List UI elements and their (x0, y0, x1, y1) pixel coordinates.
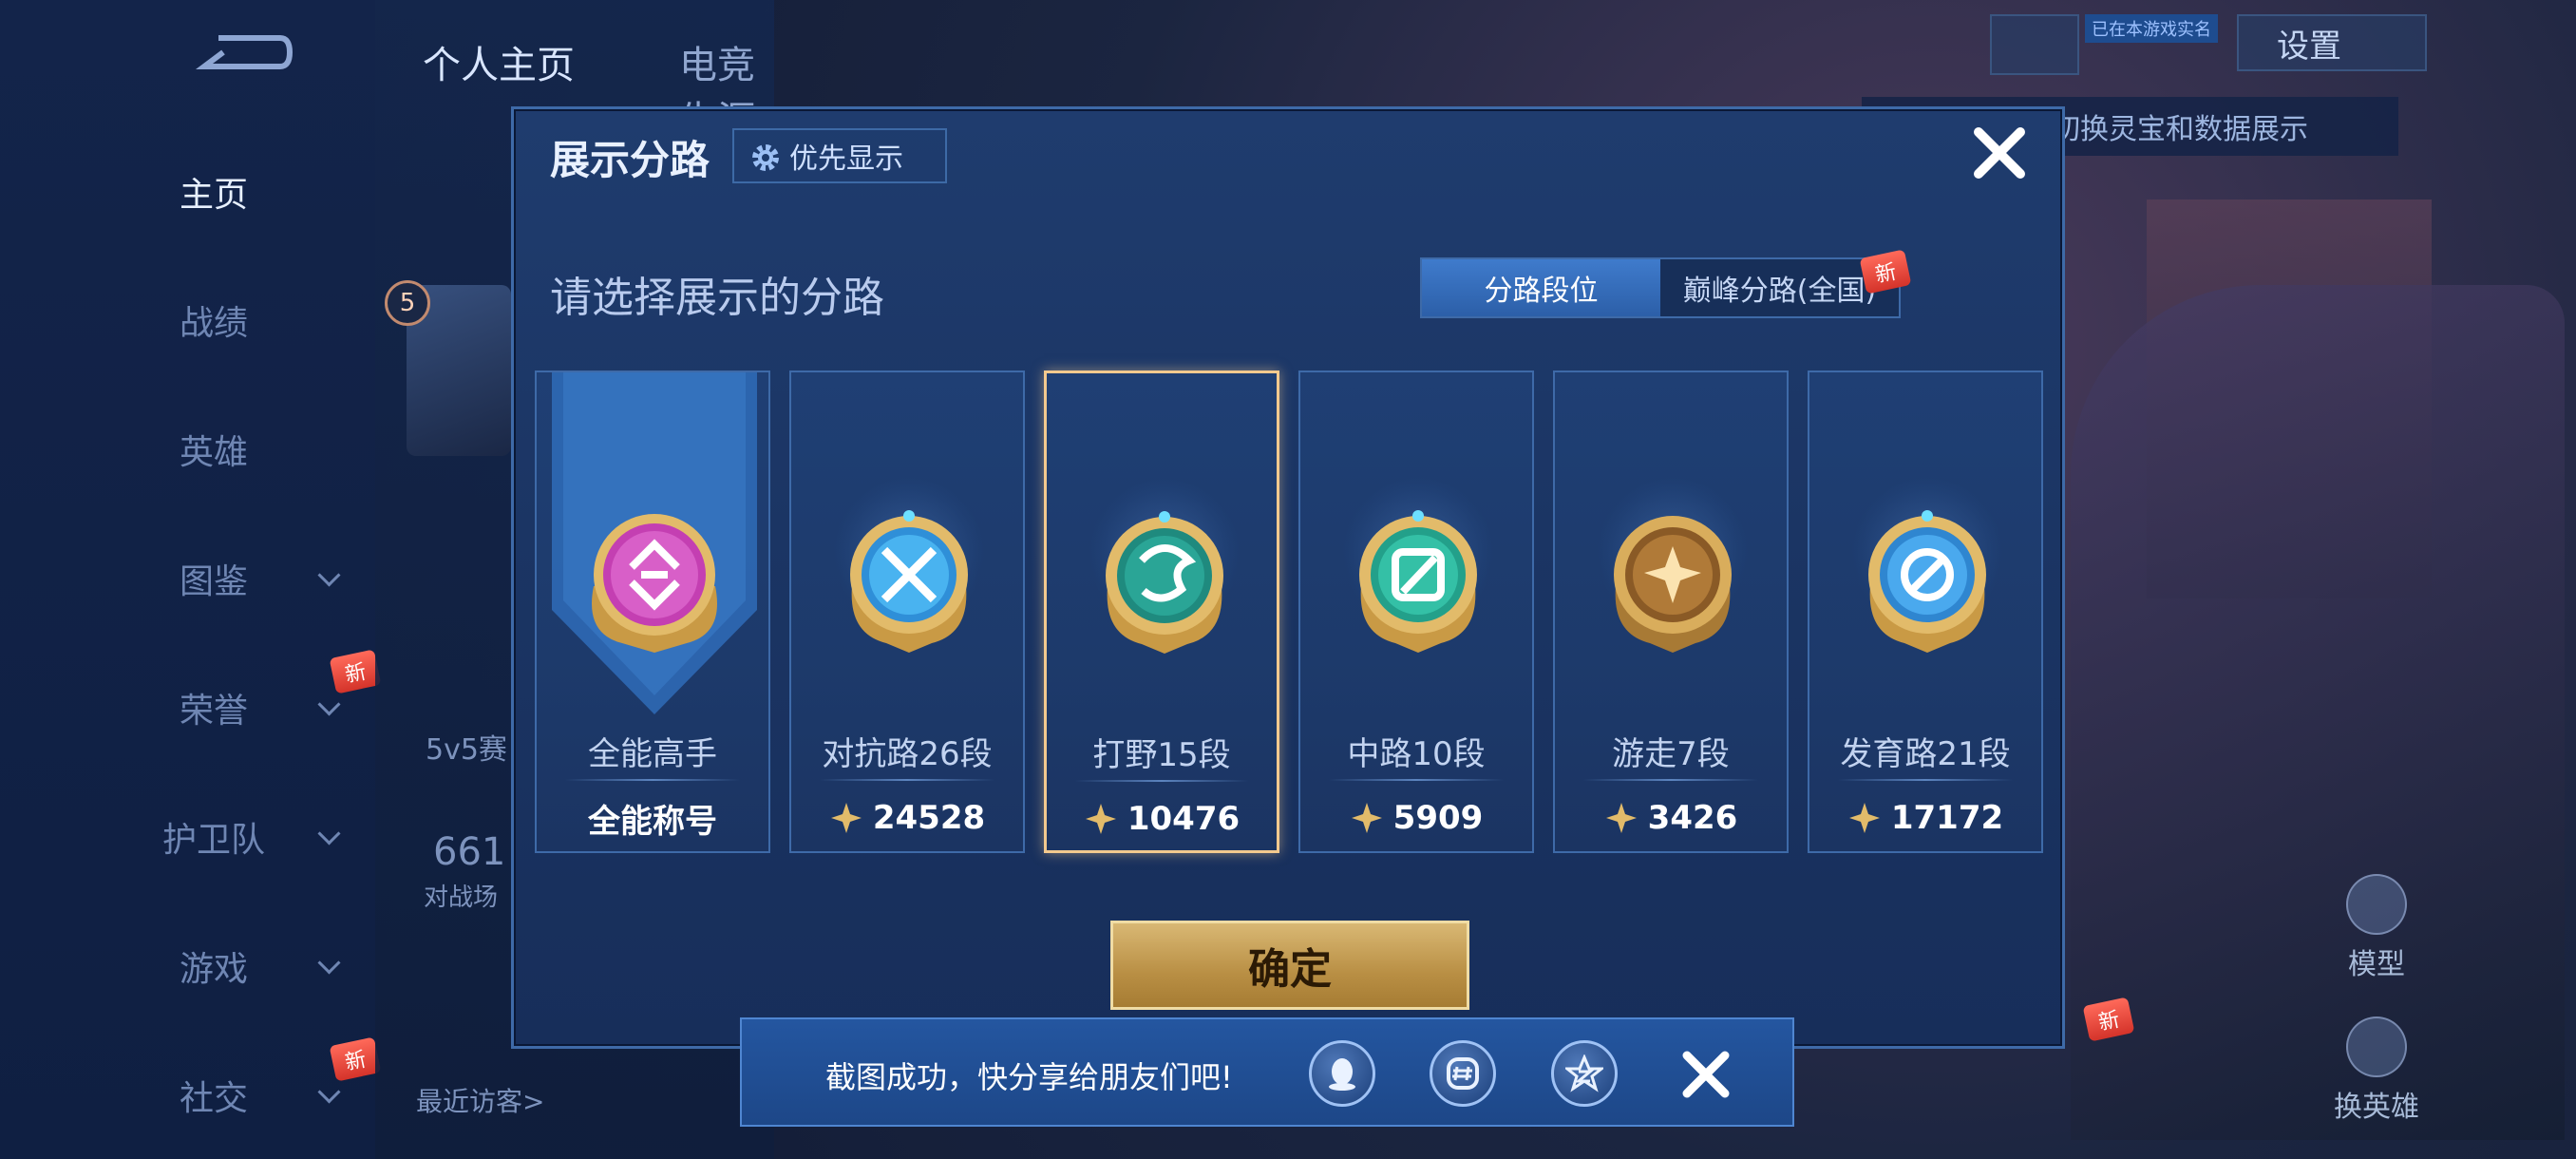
nav-item-honor[interactable]: 荣誉 (133, 679, 351, 736)
settings-button[interactable]: 设置 (2237, 14, 2427, 71)
lane-name: 打野15段 (1092, 736, 1231, 774)
close-icon[interactable] (1677, 1046, 1734, 1103)
nav-label: 图鉴 (179, 562, 248, 601)
mid-lane-emblem-icon (1359, 510, 1477, 653)
screenshot-share-bar: 截图成功，快分享给朋友们吧! (740, 1017, 1794, 1127)
lane-card-list: 全能高手 全能称号 对抗路26段 24528 打野15段 10476 中路10段… (535, 370, 2055, 853)
nav-label: 主页 (179, 176, 248, 215)
lane-card-all-round[interactable]: 全能高手 全能称号 (535, 370, 770, 853)
confirm-label: 确定 (1248, 945, 1332, 994)
divider (565, 779, 740, 781)
level-badge: 5 (385, 280, 430, 326)
divider (1075, 780, 1248, 782)
divider (1583, 779, 1758, 781)
new-badge: 新 (329, 1036, 382, 1082)
points-icon (830, 803, 862, 833)
lane-name: 游走7段 (1612, 735, 1730, 773)
hint-text: 切换灵宝和数据展示 (2052, 113, 2308, 146)
nav-label: 战绩 (179, 304, 248, 343)
clash-lane-emblem-icon (850, 510, 968, 653)
change-hero-label: 换英雄 (2334, 1091, 2419, 1124)
lane-score: 全能称号 (537, 794, 768, 842)
lane-card-clash-lane[interactable]: 对抗路26段 24528 (789, 370, 1025, 853)
nav-item-social[interactable]: 社交 (133, 1067, 351, 1124)
share-message: 截图成功，快分享给朋友们吧! (825, 1059, 1233, 1095)
lane-score: 3426 (1555, 794, 1787, 842)
nav-label: 荣誉 (179, 692, 248, 731)
stat-number: 661 (433, 830, 506, 874)
qzone-icon[interactable] (1551, 1040, 1618, 1107)
lane-score: 24528 (791, 794, 1023, 842)
model-button[interactable]: 模型 (2310, 874, 2443, 982)
priority-display-button[interactable]: 优先显示 (732, 128, 947, 183)
nav-item-home[interactable]: 主页 (133, 163, 351, 220)
wechat-moments-icon[interactable] (1430, 1040, 1496, 1107)
lane-score-value: 3426 (1647, 799, 1738, 837)
lane-score-value: 5909 (1392, 799, 1484, 837)
points-icon (1848, 803, 1880, 833)
change-hero-button[interactable]: 换英雄 (2310, 1016, 2443, 1125)
lane-score: 10476 (1047, 795, 1277, 843)
lane-card-farm-lane[interactable]: 发育路21段 17172 (1808, 370, 2043, 853)
mode-label: 5v5赛 (426, 733, 507, 767)
nav-item-guard-team[interactable]: 护卫队 (133, 808, 351, 865)
roam-emblem-icon (1614, 516, 1732, 653)
nav-label: 社交 (179, 1079, 248, 1118)
lane-name: 发育路21段 (1840, 735, 2011, 773)
farm-lane-emblem-icon (1868, 510, 1986, 653)
new-badge: 新 (1859, 249, 1912, 294)
jungle-emblem-icon (1106, 511, 1223, 654)
nav-item-record[interactable]: 战绩 (133, 292, 351, 349)
close-icon[interactable] (1969, 123, 2030, 183)
recent-visitors-link[interactable]: 最近访客> (416, 1081, 544, 1119)
lane-score: 5909 (1300, 794, 1532, 842)
new-badge: 新 (329, 649, 382, 694)
nav-item-game[interactable]: 游戏 (133, 938, 351, 995)
points-icon (1085, 804, 1116, 834)
lane-score: 17172 (1809, 794, 2041, 842)
lane-score-value: 全能称号 (588, 802, 717, 841)
all-round-emblem-icon (592, 514, 717, 653)
lane-score-value: 10476 (1127, 800, 1241, 838)
nav-item-heroes[interactable]: 英雄 (133, 421, 351, 478)
nav-item-codex[interactable]: 图鉴 (133, 550, 351, 607)
divider (1329, 779, 1504, 781)
lane-mode-toggle: 分路段位 巅峰分路(全国) 新 (1420, 249, 1912, 318)
lane-name: 对抗路26段 (822, 735, 993, 773)
divider (1838, 779, 2013, 781)
lane-display-dialog: 展示分路 优先显示 请选择展示的分路 分路段位 巅峰分路(全国) 新 全能高手 … (511, 106, 2065, 1049)
lane-card-jungle[interactable]: 打野15段 10476 (1044, 370, 1279, 853)
nav-label: 游戏 (179, 950, 248, 989)
nav-label: 护卫队 (161, 821, 265, 860)
lane-score-value: 17172 (1890, 799, 2004, 837)
lane-card-mid-lane[interactable]: 中路10段 5909 (1298, 370, 1534, 853)
back-arrow-icon[interactable] (190, 28, 294, 86)
realname-tag: 已在本游戏实名 (2085, 14, 2218, 43)
tab-lane-rank[interactable]: 分路段位 (1422, 259, 1660, 316)
lane-name: 全能高手 (588, 735, 717, 773)
model-label: 模型 (2348, 948, 2405, 981)
dialog-title: 展示分路 (550, 137, 710, 183)
priority-display-label: 优先显示 (789, 142, 903, 176)
points-icon (1351, 803, 1382, 833)
stat-label: 对战场 (424, 884, 499, 912)
lane-card-roam[interactable]: 游走7段 3426 (1553, 370, 1789, 853)
realname-icon[interactable] (1990, 14, 2079, 75)
qq-icon[interactable] (1309, 1040, 1375, 1107)
left-nav: 主页 战绩 英雄 图鉴 荣誉 新 护卫队 游戏 社交 新 (0, 0, 382, 1159)
change-hero-icon (2346, 1016, 2407, 1077)
lane-name: 中路10段 (1347, 735, 1486, 773)
settings-label: 设置 (2277, 27, 2341, 66)
model-icon (2346, 874, 2407, 935)
points-icon (1605, 803, 1637, 833)
gear-icon (752, 144, 779, 171)
confirm-button[interactable]: 确定 (1110, 921, 1469, 1010)
lane-score-value: 24528 (872, 799, 986, 837)
tab-personal-home[interactable]: 个人主页 (423, 34, 575, 89)
dialog-subtitle: 请选择展示的分路 (550, 274, 884, 322)
hero-artwork (2071, 285, 2565, 1140)
divider (820, 779, 994, 781)
nav-label: 英雄 (179, 433, 248, 472)
